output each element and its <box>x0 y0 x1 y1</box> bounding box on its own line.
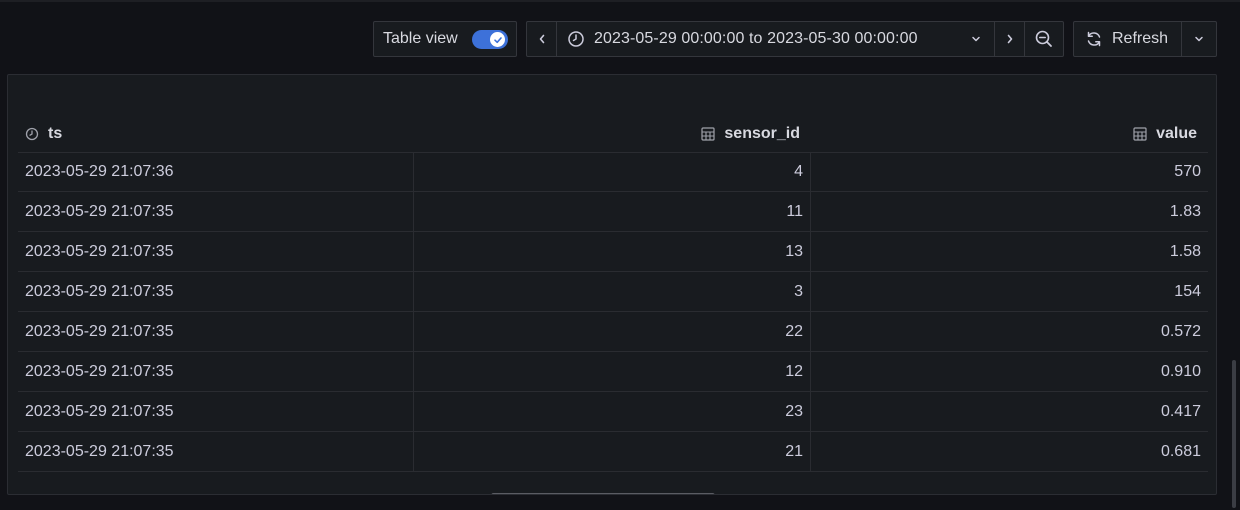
cell-value: 1.58 <box>1169 243 1201 260</box>
panel-toolbar: Table view 2023-05-29 00:00:00 to 2023-0… <box>0 21 1240 57</box>
cell-ts: 2023-05-29 21:07:36 <box>25 152 414 192</box>
chevron-left-icon <box>539 34 544 44</box>
cell-ts: 2023-05-29 21:07:35 <box>25 272 414 312</box>
table-body: 2023-05-29 21:07:36 4 570 2023-05-29 21:… <box>18 152 1208 472</box>
column-header-label: sensor_id <box>724 125 800 142</box>
cell-ts: 2023-05-29 21:07:35 <box>25 352 414 392</box>
table-view-switch[interactable]: Table view <box>373 21 517 57</box>
cell-ts: 2023-05-29 21:07:35 <box>25 312 414 352</box>
column-header-sensor-id[interactable]: sensor_id <box>701 115 800 153</box>
table-view-label: Table view <box>383 30 458 47</box>
column-header-value[interactable]: value <box>1133 115 1197 153</box>
cell-value: 0.417 <box>1160 403 1201 420</box>
table-row: 2023-05-29 21:07:35 22 0.572 <box>18 312 1208 352</box>
cell-value: 154 <box>1174 283 1201 300</box>
cell-ts: 2023-05-29 21:07:35 <box>25 232 414 272</box>
table-row: 2023-05-29 21:07:35 23 0.417 <box>18 392 1208 432</box>
cell-value: 570 <box>1174 163 1201 180</box>
cell-value: 0.910 <box>1160 363 1201 380</box>
refresh-button[interactable]: Refresh <box>1073 21 1182 57</box>
toggle-knob <box>490 32 505 47</box>
cell-ts: 2023-05-29 21:07:35 <box>25 392 414 432</box>
time-range-label: 2023-05-29 00:00:00 to 2023-05-30 00:00:… <box>594 30 918 47</box>
chevron-down-icon <box>1195 36 1203 42</box>
refresh-icon <box>1087 31 1101 47</box>
cell-sensor-id: 3 <box>414 272 811 312</box>
table-panel: ts sensor_id value 2023-05-29 21:07:36 4… <box>7 74 1217 495</box>
cell-ts: 2023-05-29 21:07:35 <box>25 192 414 232</box>
cell-sensor-id: 23 <box>414 392 811 432</box>
table-icon <box>701 127 716 141</box>
cell-sensor-id: 22 <box>414 312 811 352</box>
cell-sensor-id: 4 <box>414 152 811 192</box>
cell-value: 0.681 <box>1160 443 1201 460</box>
clock-icon <box>25 127 39 141</box>
table-row: 2023-05-29 21:07:35 21 0.681 <box>18 432 1208 472</box>
chevron-right-icon <box>1007 34 1012 44</box>
table-row: 2023-05-29 21:07:36 4 570 <box>18 152 1208 192</box>
table-icon <box>1133 127 1147 141</box>
cell-sensor-id: 11 <box>414 192 811 232</box>
table-row: 2023-05-29 21:07:35 3 154 <box>18 272 1208 312</box>
cell-sensor-id: 21 <box>414 432 811 472</box>
refresh-interval-menu-button[interactable] <box>1181 21 1217 57</box>
cell-value: 0.572 <box>1160 323 1201 340</box>
cell-value: 1.83 <box>1169 203 1201 220</box>
table-row: 2023-05-29 21:07:35 13 1.58 <box>18 232 1208 272</box>
column-header-ts[interactable]: ts <box>25 115 62 153</box>
check-icon <box>493 36 502 43</box>
horizontal-scrollbar[interactable] <box>491 493 715 494</box>
cell-ts: 2023-05-29 21:07:35 <box>25 432 414 472</box>
cell-sensor-id: 12 <box>414 352 811 392</box>
cell-sensor-id: 13 <box>414 232 811 272</box>
time-range-picker[interactable]: 2023-05-29 00:00:00 to 2023-05-30 00:00:… <box>556 21 995 57</box>
time-range-forward-button[interactable] <box>994 21 1025 57</box>
table-view-toggle[interactable] <box>472 30 508 49</box>
top-divider <box>0 0 1240 2</box>
table-row: 2023-05-29 21:07:35 12 0.910 <box>18 352 1208 392</box>
zoom-out-icon <box>1035 30 1052 47</box>
refresh-label: Refresh <box>1112 30 1169 47</box>
vertical-scrollbar[interactable] <box>1232 360 1236 508</box>
zoom-out-button[interactable] <box>1024 21 1064 57</box>
time-range-back-button[interactable] <box>526 21 557 57</box>
table-header: ts sensor_id value <box>18 115 1208 153</box>
clock-icon <box>568 31 584 47</box>
column-header-label: ts <box>48 125 63 142</box>
column-header-label: value <box>1156 125 1197 142</box>
table-row: 2023-05-29 21:07:35 11 1.83 <box>18 192 1208 232</box>
chevron-down-icon <box>972 36 980 42</box>
